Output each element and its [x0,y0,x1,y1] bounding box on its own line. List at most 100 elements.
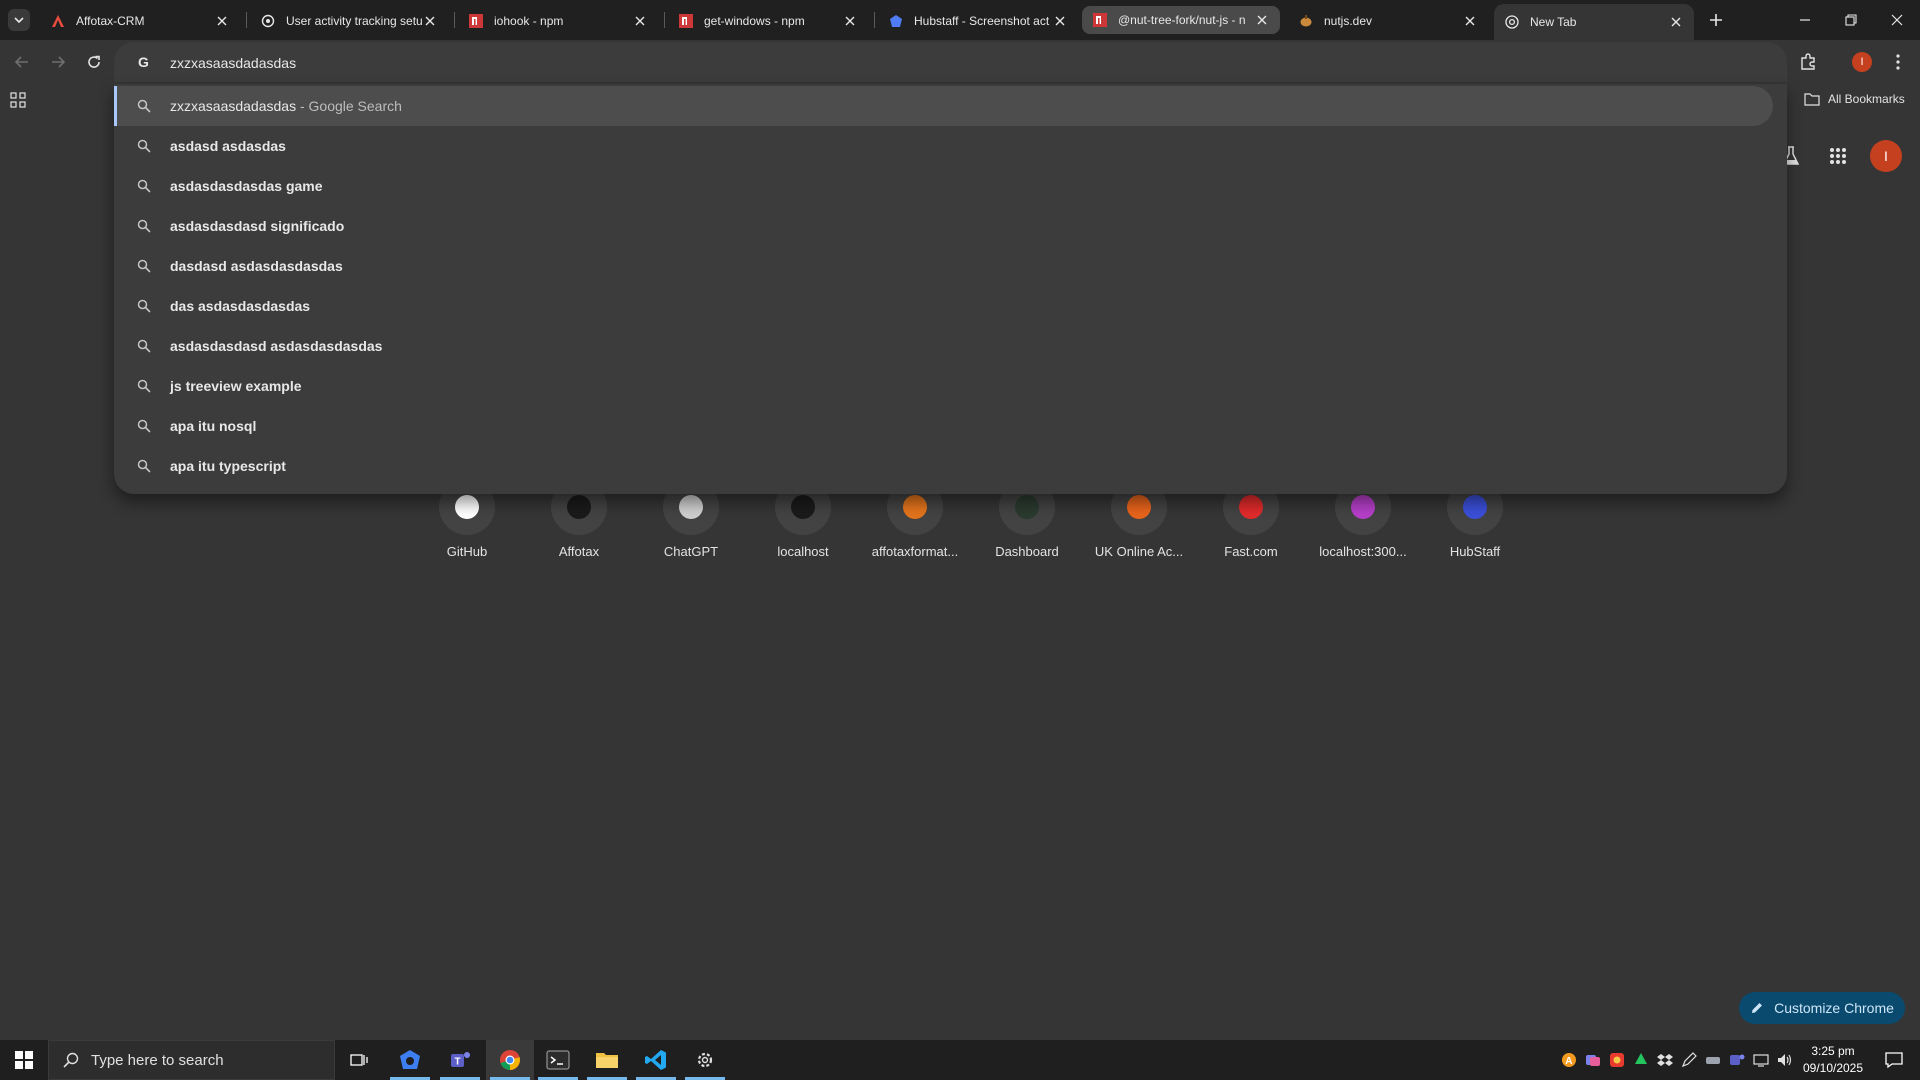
back-button[interactable] [10,50,34,74]
close-tab-icon[interactable] [214,13,230,29]
close-tab-icon[interactable] [1052,13,1068,29]
taskbar-app-hubstaff[interactable] [386,1040,434,1080]
taskbar-app-settings[interactable] [681,1040,729,1080]
tray-app-icon[interactable] [1608,1051,1626,1069]
tab-strip: Affotax-CRM User activity tracking setu … [0,0,1920,40]
tray-cloud-icon[interactable] [1584,1051,1602,1069]
close-tab-icon[interactable] [1462,13,1478,29]
search-icon [137,299,151,313]
avatar: I [1870,140,1902,172]
tray-sync-icon[interactable] [1632,1051,1650,1069]
suggestion-item[interactable]: dasdasd asdasdasdasdas [114,246,1773,286]
npm-icon [678,13,694,29]
apps-grid-icon[interactable] [10,92,26,108]
account-button[interactable]: I [1870,140,1902,172]
forward-button[interactable] [46,50,70,74]
notification-center-button[interactable] [1874,1040,1914,1080]
omnibox-suggestions: zxzxasaasdadasdas - Google Search asdasd… [114,84,1787,494]
search-icon [137,459,151,473]
clock[interactable]: 3:25 pm 09/10/2025 [1800,1043,1866,1077]
suggestion-text: dasdasd asdasdasdasdas [170,258,343,274]
close-tab-icon[interactable] [422,13,438,29]
close-tab-icon[interactable] [632,13,648,29]
svg-text:A: A [1565,1056,1572,1067]
taskbar-app-vscode[interactable] [632,1040,680,1080]
suggestion-item[interactable]: asdasdasdasd asdasdasdasdas [114,326,1773,366]
tab-hubstaff[interactable]: Hubstaff - Screenshot act [878,5,1078,37]
minimize-icon [1800,19,1810,21]
network-icon[interactable] [1752,1051,1770,1069]
close-tab-icon[interactable] [842,13,858,29]
profile-button[interactable]: I [1850,50,1874,74]
chevron-down-icon [14,17,24,24]
suggestion-item[interactable]: das asdasdasdasdas [114,286,1773,326]
clock-date: 09/10/2025 [1802,1061,1864,1075]
suggestion-item[interactable]: apa itu nosql [114,406,1773,446]
tab-search-button[interactable] [8,9,30,31]
close-window-button[interactable] [1874,0,1920,40]
tab-user-activity[interactable]: User activity tracking setu [250,5,448,37]
chrome-icon [500,1050,520,1070]
suggestion-item[interactable]: zxzxasaasdadasdas - Google Search [114,86,1773,126]
omnibox-input-text[interactable]: zxzxasaasdadasdas [170,55,296,71]
tab-new-tab[interactable]: New Tab [1494,4,1694,40]
reload-button[interactable] [82,50,106,74]
chrome-icon [1504,14,1520,30]
suggestion-item[interactable]: asdasdasdasd significado [114,206,1773,246]
toolbar: G zxzxasaasdadasdas I [0,40,1920,84]
tray-drive-icon[interactable] [1704,1051,1722,1069]
hubstaff-icon [888,13,904,29]
shortcut-label: localhost:300... [1319,544,1407,559]
tab-title: Hubstaff - Screenshot act [914,14,1050,28]
tab-get-windows-npm[interactable]: get-windows - npm [668,5,868,37]
tray-avast-icon[interactable]: A [1560,1051,1578,1069]
omnibox[interactable]: G zxzxasaasdadasdas [114,42,1787,82]
tab-affotax-crm[interactable]: Affotax-CRM [40,5,240,37]
tab-separator [664,12,665,28]
chrome-menu-button[interactable] [1886,50,1910,74]
restore-button[interactable] [1828,0,1874,40]
suggestion-item[interactable]: apa itu typescript [114,446,1773,486]
tray-pen-icon[interactable] [1680,1051,1698,1069]
new-tab-button[interactable] [1704,8,1728,32]
suggestion-text: asdasd asdasdas [170,138,286,154]
avatar: I [1852,52,1872,72]
all-bookmarks-button[interactable]: All Bookmarks [1804,92,1905,106]
reload-icon [88,55,100,68]
search-icon [137,99,151,113]
tab-title: User activity tracking setu [286,14,422,28]
taskbar-app-terminal[interactable] [534,1040,582,1080]
suggestion-text: js treeview example [170,378,302,394]
search-icon [137,379,151,393]
tab-nut-js-npm[interactable]: @nut-tree-fork/nut-js - n [1082,6,1280,34]
taskbar-app-chrome[interactable] [486,1040,534,1080]
vscode-icon [645,1050,666,1070]
taskbar-app-teams[interactable]: T [436,1040,484,1080]
restore-icon [1845,14,1857,26]
suggestion-item[interactable]: asdasdasdasdas game [114,166,1773,206]
volume-icon[interactable] [1776,1051,1794,1069]
taskbar-search[interactable]: Type here to search [48,1040,335,1080]
shortcut-label: Dashboard [995,544,1059,559]
tab-nutjs-dev[interactable]: nutjs.dev [1288,5,1488,37]
tray-teams-icon[interactable] [1728,1051,1746,1069]
suggestion-item[interactable]: asdasd asdasdas [114,126,1773,166]
close-tab-icon[interactable] [1254,12,1270,28]
customize-chrome-button[interactable]: Customize Chrome [1739,992,1905,1024]
tab-title: Affotax-CRM [76,14,145,28]
minimize-button[interactable] [1782,0,1828,40]
close-tab-icon[interactable] [1668,14,1684,30]
tab-iohook-npm[interactable]: iohook - npm [458,5,658,37]
search-icon [137,179,151,193]
google-apps-button[interactable] [1822,140,1854,172]
tray-dropbox-icon[interactable] [1656,1051,1674,1069]
task-view-button[interactable] [335,1040,383,1080]
start-button[interactable] [0,1040,48,1080]
suggestion-text: apa itu nosql [170,418,257,434]
extensions-button[interactable] [1796,50,1820,74]
taskbar-app-file-explorer[interactable] [583,1040,631,1080]
suggestion-item[interactable]: js treeview example [114,366,1773,406]
shortcut-label: Fast.com [1224,544,1278,559]
shortcut-label: localhost [777,544,829,559]
windows-taskbar: Type here to search T A 3:25 pm 09/10/20… [0,1040,1920,1080]
